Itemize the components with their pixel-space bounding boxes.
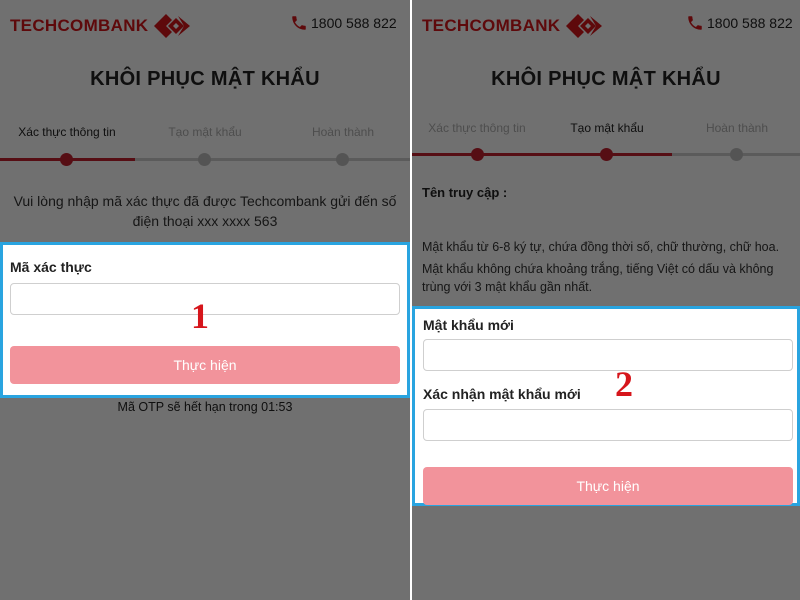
step-label-verify: Xác thực thông tin [428, 121, 526, 135]
step-dot-1 [471, 148, 484, 161]
techcombank-logo-icon [154, 14, 191, 38]
new-password-label: Mật khẩu mới [423, 317, 514, 333]
phone-icon [688, 16, 702, 30]
step-label-verify: Xác thực thông tin [18, 125, 116, 139]
hotline[interactable]: 1800 588 822 [290, 14, 397, 32]
confirm-password-input[interactable] [423, 409, 793, 441]
step-label-complete: Hoàn thành [705, 121, 769, 135]
step-dot-2 [600, 148, 613, 161]
brand-name: TECHCOMBANK [422, 16, 561, 35]
otp-label: Mã xác thực [10, 259, 92, 275]
instruction-line-1: Vui lòng nhập mã xác thực đã được Techco… [13, 193, 397, 209]
brand-name: TECHCOMBANK [10, 16, 149, 35]
confirm-password-label: Xác nhận mật khẩu mới [423, 386, 581, 402]
annotation-marker-1: 1 [191, 296, 209, 336]
username-label: Tên truy cập : [422, 185, 508, 200]
phone-icon [292, 16, 306, 30]
otp-form-card: Mã xác thực Thực hiện 1 [0, 242, 410, 398]
techcombank-logo: TECHCOMBANK [422, 14, 603, 38]
new-password-input[interactable] [423, 339, 793, 371]
step-dot-2 [198, 153, 211, 166]
step-label-create-password: Tạo mật khẩu [168, 125, 242, 139]
step-label-create-password: Tạo mật khẩu [570, 121, 644, 135]
step-label-complete: Hoàn thành [311, 125, 375, 139]
step-dot-1 [60, 153, 73, 166]
step-dot-3 [336, 153, 349, 166]
submit-button[interactable]: Thực hiện [10, 346, 400, 384]
new-password-form-card: Mật khẩu mới Xác nhận mật khẩu mới Thực … [412, 306, 800, 506]
techcombank-logo: TECHCOMBANK [10, 14, 191, 38]
submit-button[interactable]: Thực hiện [423, 467, 793, 505]
panel-step-2: TECHCOMBANK 1800 588 822 KHÔI PHỤC MẬT K… [412, 0, 800, 600]
step-dot-3 [730, 148, 743, 161]
stepper-progress [412, 153, 672, 156]
password-rule-2-line-2: trùng với 3 mật khẩu gần nhất. [422, 280, 593, 294]
hotline-number: 1800 588 822 [707, 15, 793, 31]
instruction-line-2: điện thoại xxx xxxx 563 [132, 213, 278, 229]
annotation-marker-2: 2 [615, 364, 633, 404]
page-title: KHÔI PHỤC MẬT KHẨU [491, 68, 721, 90]
password-rule-2-line-1: Mật khẩu không chứa khoảng trắng, tiếng … [422, 262, 774, 276]
techcombank-logo-icon [566, 14, 603, 38]
otp-expiry-note: Mã OTP sẽ hết hạn trong 01:53 [117, 400, 293, 414]
hotline-number: 1800 588 822 [311, 15, 397, 31]
page-title: KHÔI PHỤC MẬT KHẨU [90, 68, 320, 90]
panel-step-1: TECHCOMBANK 1800 588 822 KHÔI PHỤC MẬT K… [0, 0, 410, 600]
hotline[interactable]: 1800 588 822 [686, 14, 793, 32]
password-rule-1: Mật khẩu từ 6-8 ký tự, chứa đồng thời số… [422, 240, 780, 254]
